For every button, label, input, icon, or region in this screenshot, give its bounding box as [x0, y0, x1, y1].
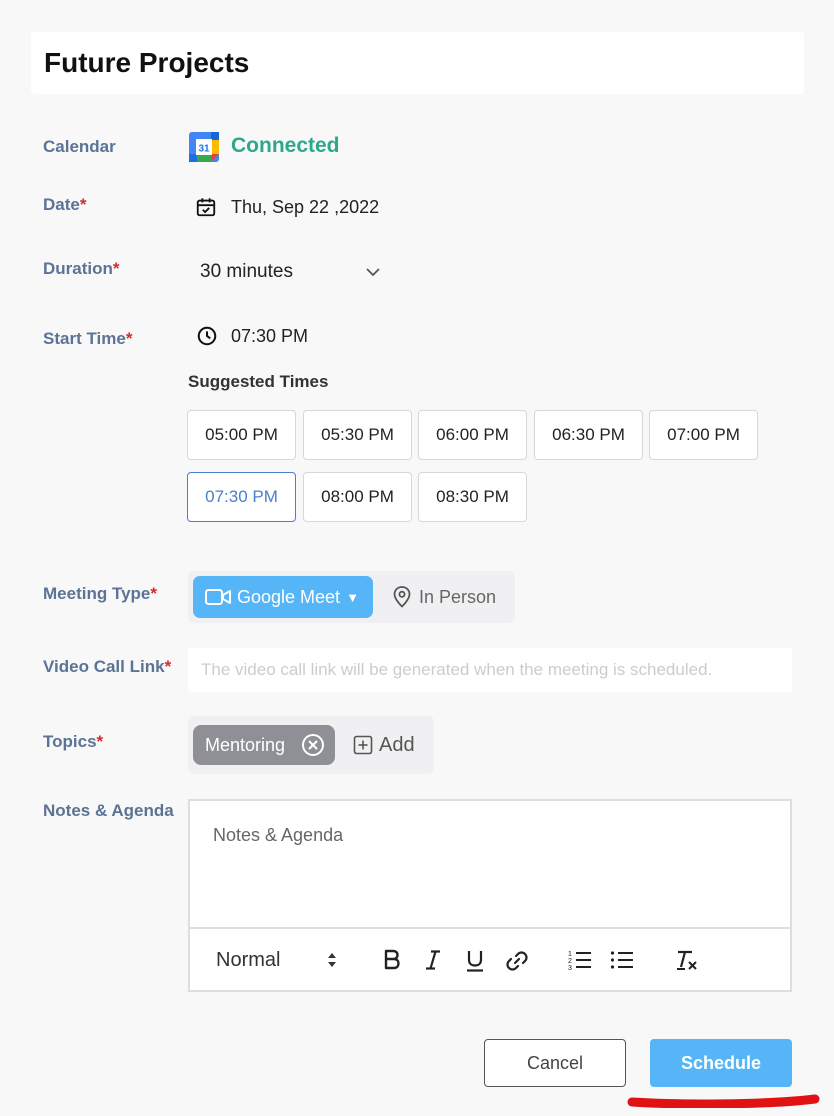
video-camera-icon	[205, 589, 231, 605]
caret-down-icon: ▼	[346, 589, 359, 605]
select-arrows-icon[interactable]	[326, 951, 338, 969]
meeting-type-label: Meeting Type*	[43, 584, 157, 603]
in-person-label: In Person	[419, 586, 497, 607]
svg-text:2: 2	[568, 958, 572, 965]
chevron-down-icon[interactable]	[365, 265, 381, 279]
underline-icon[interactable]	[465, 949, 485, 973]
notes-text-area[interactable]: Notes & Agenda	[190, 801, 790, 929]
notes-agenda-label: Notes & Agenda	[43, 801, 174, 820]
plus-square-icon	[353, 735, 373, 755]
svg-text:3: 3	[568, 965, 572, 971]
calendar-status: Connected	[231, 134, 340, 157]
link-icon[interactable]	[505, 949, 529, 973]
video-call-link-label: Video Call Link*	[43, 657, 172, 676]
in-person-option[interactable]: In Person	[393, 576, 496, 618]
cancel-button[interactable]: Cancel	[484, 1039, 626, 1087]
page-title: Future Projects	[44, 47, 250, 78]
duration-label: Duration*	[43, 259, 120, 278]
notes-placeholder: Notes & Agenda	[213, 825, 344, 845]
editor-toolbar: Normal 1 2 3	[190, 931, 790, 991]
topic-chip: Mentoring	[193, 725, 335, 765]
notes-editor: Notes & Agenda Normal 1 2 3	[188, 799, 792, 992]
location-pin-icon	[393, 586, 411, 608]
svg-text:31: 31	[198, 144, 210, 155]
calendar-label: Calendar	[43, 137, 116, 156]
bullet-list-icon[interactable]	[610, 949, 634, 971]
video-call-link-input[interactable]	[188, 648, 792, 692]
time-slot-selected[interactable]: 07:30 PM	[187, 472, 296, 522]
remove-topic-icon[interactable]	[301, 733, 325, 757]
duration-select[interactable]: 30 minutes	[200, 261, 293, 283]
calendar-check-icon	[196, 198, 216, 217]
clock-icon	[197, 326, 217, 346]
start-time-label: Start Time*	[43, 329, 133, 348]
suggested-times-title: Suggested Times	[188, 372, 329, 391]
google-calendar-icon: 31	[189, 132, 219, 162]
start-time-value[interactable]: 07:30 PM	[231, 326, 308, 347]
time-slot[interactable]: 06:00 PM	[418, 410, 527, 460]
google-meet-button[interactable]: Google Meet ▼	[193, 576, 373, 618]
ordered-list-icon[interactable]: 1 2 3	[568, 949, 592, 971]
google-meet-label: Google Meet	[237, 586, 341, 607]
topic-chip-label: Mentoring	[205, 734, 286, 755]
schedule-button[interactable]: Schedule	[650, 1039, 792, 1087]
time-slot[interactable]: 06:30 PM	[534, 410, 643, 460]
header-card: Future Projects	[31, 32, 804, 94]
date-value[interactable]: Thu, Sep 22 ,2022	[231, 197, 379, 218]
clear-format-icon[interactable]	[675, 949, 699, 973]
add-topic-button[interactable]: Add	[353, 725, 415, 765]
svg-text:1: 1	[568, 951, 572, 958]
topics-field: Mentoring Add	[188, 716, 434, 774]
topics-label: Topics*	[43, 732, 104, 751]
time-slot[interactable]: 08:30 PM	[418, 472, 527, 522]
time-slot[interactable]: 05:00 PM	[187, 410, 296, 460]
time-slot[interactable]: 05:30 PM	[303, 410, 412, 460]
meeting-type-toggle: Google Meet ▼ In Person	[188, 571, 515, 623]
time-slot[interactable]: 08:00 PM	[303, 472, 412, 522]
add-topic-label: Add	[379, 733, 415, 756]
date-label: Date*	[43, 195, 87, 214]
italic-icon[interactable]	[424, 949, 442, 971]
bold-icon[interactable]	[382, 949, 402, 971]
time-slot[interactable]: 07:00 PM	[649, 410, 758, 460]
red-highlight-mark	[627, 1094, 820, 1108]
format-select[interactable]: Normal	[216, 949, 280, 972]
